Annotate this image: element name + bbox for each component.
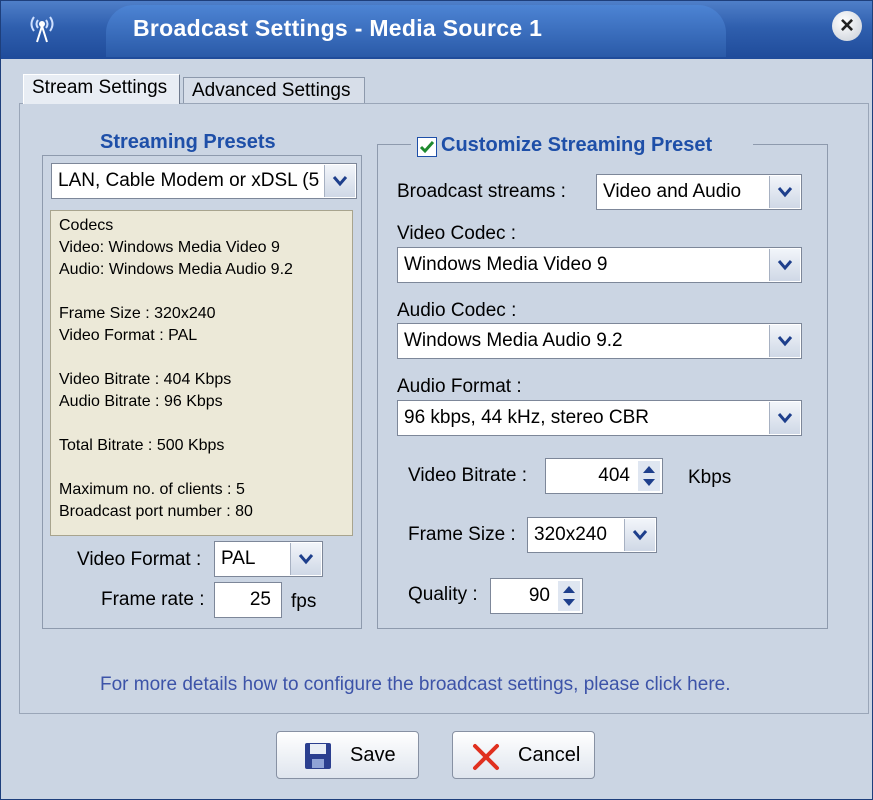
audio-format-value: 96 kbps, 44 kHz, stereo CBR xyxy=(404,407,649,428)
chevron-down-icon[interactable] xyxy=(624,519,655,551)
chevron-down-icon[interactable] xyxy=(769,249,800,281)
broadcast-streams-value: Video and Audio xyxy=(603,181,742,202)
close-button[interactable]: × xyxy=(832,11,862,41)
spinner-arrows-icon[interactable] xyxy=(638,461,660,491)
quality-spinner[interactable]: 90 xyxy=(490,578,583,614)
video-bitrate-spinner[interactable]: 404 xyxy=(545,458,663,494)
close-x-icon xyxy=(473,744,499,770)
frame-rate-label: Frame rate : xyxy=(101,589,205,610)
window-title: Broadcast Settings - Media Source 1 xyxy=(133,15,543,41)
video-format-label: Video Format : xyxy=(77,549,202,570)
cancel-button[interactable]: Cancel xyxy=(452,731,595,779)
info-audio-codec: Audio: Windows Media Audio 9.2 xyxy=(59,261,293,278)
audio-format-select[interactable]: 96 kbps, 44 kHz, stereo CBR xyxy=(397,400,802,436)
frame-size-value: 320x240 xyxy=(534,524,607,545)
frame-size-label: Frame Size : xyxy=(408,524,516,545)
customize-preset-checkbox[interactable] xyxy=(417,137,437,157)
broadcast-settings-window: Broadcast Settings - Media Source 1 × St… xyxy=(0,0,873,800)
save-button-label: Save xyxy=(350,744,396,766)
chevron-down-icon[interactable] xyxy=(290,543,321,575)
audio-codec-label: Audio Codec : xyxy=(397,300,517,321)
frame-rate-unit: fps xyxy=(291,591,317,612)
help-link[interactable]: For more details how to configure the br… xyxy=(100,674,731,696)
preset-select-value: LAN, Cable Modem or xDSL (5 xyxy=(58,170,320,191)
video-bitrate-label: Video Bitrate : xyxy=(408,465,528,486)
tab-stream-settings[interactable]: Stream Settings xyxy=(23,74,180,104)
cancel-button-label: Cancel xyxy=(518,744,581,766)
tab-advanced-settings[interactable]: Advanced Settings xyxy=(183,77,365,103)
chevron-down-icon[interactable] xyxy=(324,165,355,197)
broadcast-streams-select[interactable]: Video and Audio xyxy=(596,174,802,210)
save-button[interactable]: Save xyxy=(276,731,419,779)
info-frame-size: Frame Size : 320x240 xyxy=(59,305,216,322)
audio-format-label: Audio Format : xyxy=(397,376,522,397)
title-bar[interactable]: Broadcast Settings - Media Source 1 × xyxy=(1,1,872,59)
frame-rate-value: 25 xyxy=(249,589,271,610)
quality-value: 90 xyxy=(528,585,550,606)
preset-select[interactable]: LAN, Cable Modem or xDSL (5 xyxy=(51,163,357,199)
audio-codec-value: Windows Media Audio 9.2 xyxy=(404,330,623,351)
frame-rate-input[interactable]: 25 xyxy=(214,582,282,618)
video-codec-label: Video Codec : xyxy=(397,223,517,244)
broadcast-antenna-icon xyxy=(30,16,54,43)
broadcast-streams-label: Broadcast streams : xyxy=(397,181,566,202)
video-codec-select[interactable]: Windows Media Video 9 xyxy=(397,247,802,283)
info-audio-bitrate: Audio Bitrate : 96 Kbps xyxy=(59,393,223,410)
video-bitrate-value: 404 xyxy=(598,465,630,486)
preset-details-box: Codecs Video: Windows Media Video 9 Audi… xyxy=(50,210,353,536)
floppy-disk-icon xyxy=(305,743,331,769)
video-bitrate-unit: Kbps xyxy=(688,467,732,488)
info-video-bitrate: Video Bitrate : 404 Kbps xyxy=(59,371,232,388)
info-broadcast-port: Broadcast port number : 80 xyxy=(59,503,253,520)
info-max-clients: Maximum no. of clients : 5 xyxy=(59,481,245,498)
chevron-down-icon[interactable] xyxy=(769,325,800,357)
chevron-down-icon[interactable] xyxy=(769,176,800,208)
info-video-format: Video Format : PAL xyxy=(59,327,198,344)
video-format-value: PAL xyxy=(221,548,256,569)
info-total-bitrate: Total Bitrate : 500 Kbps xyxy=(59,437,225,454)
info-video-codec: Video: Windows Media Video 9 xyxy=(59,239,280,256)
frame-size-select[interactable]: 320x240 xyxy=(527,517,657,553)
codecs-heading: Codecs xyxy=(59,217,114,234)
quality-label: Quality : xyxy=(408,584,478,605)
streaming-presets-title: Streaming Presets xyxy=(94,131,282,154)
video-codec-value: Windows Media Video 9 xyxy=(404,254,608,275)
spinner-arrows-icon[interactable] xyxy=(558,581,580,611)
customize-preset-title: Customize Streaming Preset xyxy=(437,134,717,157)
video-format-select[interactable]: PAL xyxy=(214,541,323,577)
chevron-down-icon[interactable] xyxy=(769,402,800,434)
audio-codec-select[interactable]: Windows Media Audio 9.2 xyxy=(397,323,802,359)
